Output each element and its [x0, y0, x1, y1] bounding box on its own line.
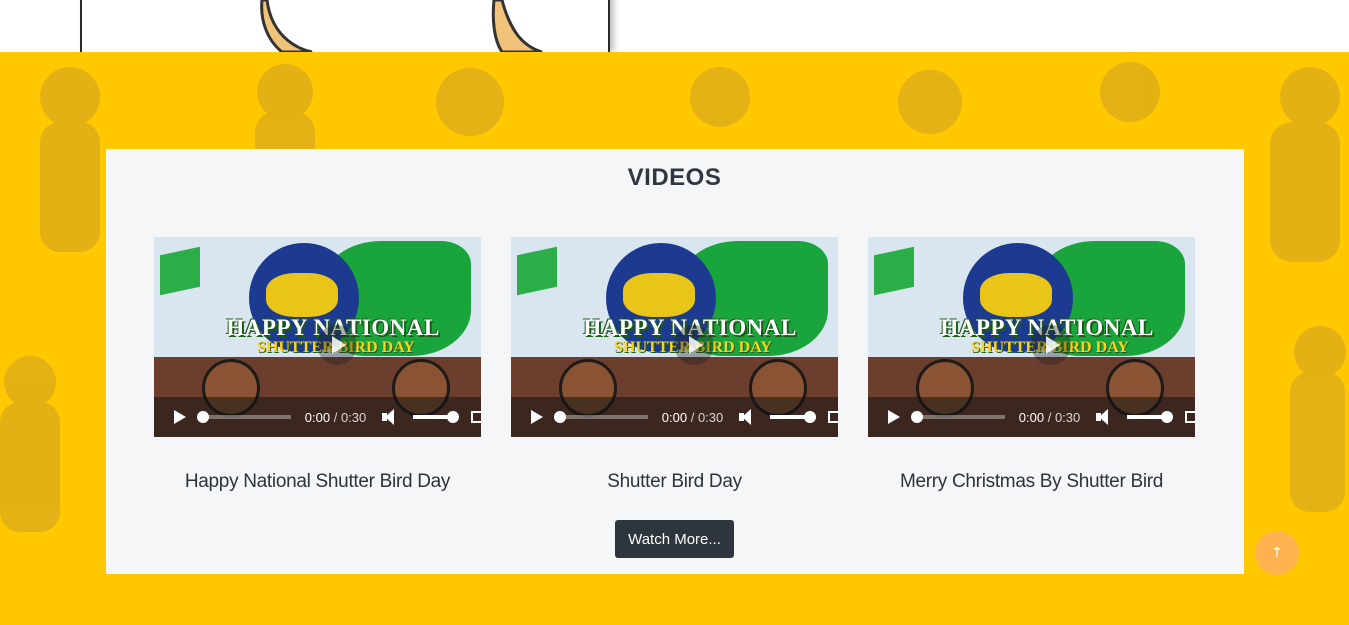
- header-illustration: [80, 0, 610, 52]
- video-title: Happy National Shutter Bird Day: [184, 471, 451, 492]
- duration: 0:30: [697, 409, 724, 425]
- volume-knob[interactable]: [447, 411, 460, 423]
- video-player-2[interactable]: HAPPY NATIONAL SHUTTER BIRD DAY 0:00 / 0…: [511, 237, 838, 437]
- top-strip: [0, 0, 1349, 52]
- thumbnail-hero-mask: [266, 273, 338, 317]
- volume-knob[interactable]: [804, 411, 817, 423]
- progress-knob[interactable]: [911, 411, 924, 423]
- video-controls: 0:00 / 0:30: [868, 397, 1195, 437]
- thumbnail-hero-mask: [623, 273, 695, 317]
- play-icon[interactable]: [888, 410, 901, 424]
- fullscreen-icon[interactable]: [471, 411, 481, 423]
- current-time: 0:00: [304, 409, 331, 425]
- volume-knob[interactable]: [1161, 411, 1174, 423]
- thumbnail-small-flag: [517, 246, 557, 296]
- video-title: Shutter Bird Day: [607, 471, 742, 492]
- thumbnail-small-flag: [160, 246, 200, 296]
- character-foot-illustration: [260, 0, 543, 52]
- time-separator: /: [690, 409, 695, 425]
- volume-slider[interactable]: [413, 411, 460, 423]
- video-controls: 0:00 / 0:30: [511, 397, 838, 437]
- time-display: 0:00 / 0:30: [305, 410, 367, 425]
- progress-knob[interactable]: [197, 411, 210, 423]
- volume-icon[interactable]: [382, 409, 397, 425]
- video-player-3[interactable]: HAPPY NATIONAL SHUTTER BIRD DAY 0:00 / 0…: [868, 237, 1195, 437]
- scroll-to-top-button[interactable]: ↑: [1255, 531, 1299, 575]
- time-display: 0:00 / 0:30: [662, 410, 724, 425]
- volume-icon[interactable]: [739, 409, 754, 425]
- progress-slider[interactable]: [197, 411, 291, 423]
- fullscreen-icon[interactable]: [1185, 411, 1195, 423]
- progress-knob[interactable]: [554, 411, 567, 423]
- section-title: VIDEOS: [627, 164, 722, 191]
- volume-slider[interactable]: [770, 411, 817, 423]
- thumbnail-hero-mask: [980, 273, 1052, 317]
- progress-slider[interactable]: [554, 411, 648, 423]
- volume-slider[interactable]: [1127, 411, 1174, 423]
- volume-icon[interactable]: [1096, 409, 1111, 425]
- video-controls: 0:00 / 0:30: [154, 397, 481, 437]
- video-player-1[interactable]: HAPPY NATIONAL SHUTTER BIRD DAY 0:00 / 0…: [154, 237, 481, 437]
- time-display: 0:00 / 0:30: [1019, 410, 1081, 425]
- watch-more-button[interactable]: Watch More...: [615, 520, 734, 558]
- progress-slider[interactable]: [911, 411, 1005, 423]
- play-icon[interactable]: [531, 410, 544, 424]
- duration: 0:30: [1054, 409, 1081, 425]
- play-overlay-icon[interactable]: [674, 325, 714, 365]
- video-title: Merry Christmas By Shutter Bird: [899, 471, 1164, 492]
- play-overlay-icon[interactable]: [317, 325, 357, 365]
- fullscreen-icon[interactable]: [828, 411, 838, 423]
- time-separator: /: [333, 409, 338, 425]
- duration: 0:30: [340, 409, 367, 425]
- play-overlay-icon[interactable]: [1031, 325, 1071, 365]
- thumbnail-small-flag: [874, 246, 914, 296]
- current-time: 0:00: [1018, 409, 1045, 425]
- time-separator: /: [1047, 409, 1052, 425]
- play-icon[interactable]: [174, 410, 187, 424]
- current-time: 0:00: [661, 409, 688, 425]
